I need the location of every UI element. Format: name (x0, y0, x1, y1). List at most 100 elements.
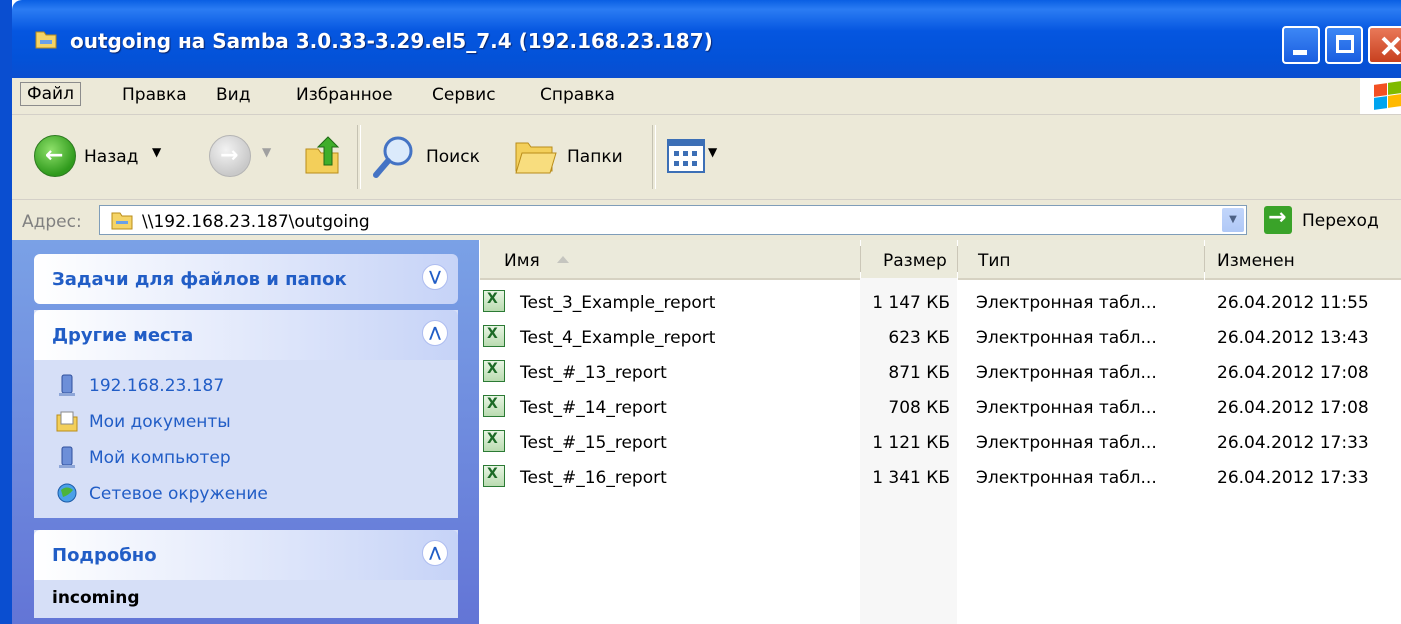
network-folder-icon (35, 31, 57, 49)
place-label[interactable]: 192.168.23.187 (89, 376, 224, 396)
file-name[interactable]: Test_4_Example_report (520, 328, 715, 348)
go-label[interactable]: Переход (1302, 211, 1379, 231)
excel-file-icon: X (483, 360, 505, 382)
forward-dropdown-icon[interactable]: ▼ (262, 145, 271, 159)
tasks-panel: Задачи для файлов и папок ⋁ (34, 254, 458, 304)
menu-tools[interactable]: Сервис (432, 85, 496, 105)
excel-file-icon: X (483, 430, 505, 452)
other-places-header[interactable]: Другие места ⋀ (34, 310, 458, 360)
forward-arrow-icon: → (220, 143, 239, 168)
folders-label[interactable]: Папки (567, 147, 623, 167)
menu-file[interactable]: Файл (20, 82, 81, 106)
menu-favorites[interactable]: Избранное (296, 85, 393, 105)
file-row[interactable]: X Test_#_14_report 708 КБ Электронная та… (480, 390, 1401, 425)
file-modified: 26.04.2012 17:08 (1217, 363, 1369, 383)
file-name[interactable]: Test_#_15_report (520, 433, 667, 453)
maximize-icon (1336, 35, 1354, 53)
file-type: Электронная табл... (976, 433, 1157, 453)
file-row[interactable]: X Test_#_13_report 871 КБ Электронная та… (480, 355, 1401, 390)
excel-file-icon: X (483, 465, 505, 487)
file-modified: 26.04.2012 13:43 (1217, 328, 1369, 348)
column-header-size[interactable]: Размер (861, 240, 957, 280)
file-name[interactable]: Test_#_13_report (520, 363, 667, 383)
file-modified: 26.04.2012 17:08 (1217, 398, 1369, 418)
network-computer-icon (59, 374, 75, 396)
window-title: outgoing на Samba 3.0.33-3.29.el5_7.4 (1… (70, 29, 713, 53)
other-places-panel: Другие места ⋀ 192.168.23.187 Мои докуме… (34, 310, 458, 518)
place-network-places[interactable]: Сетевое окружение (34, 476, 458, 512)
back-label[interactable]: Назад (84, 147, 138, 167)
details-value: incoming (52, 588, 140, 608)
address-label: Адрес: (22, 212, 82, 232)
file-name[interactable]: Test_3_Example_report (520, 293, 715, 313)
file-size: 871 КБ (888, 363, 950, 383)
file-row[interactable]: X Test_#_16_report 1 341 КБ Электронная … (480, 460, 1401, 495)
file-modified: 26.04.2012 17:33 (1217, 468, 1369, 488)
folder-up-icon[interactable] (302, 135, 344, 177)
excel-file-icon: X (483, 395, 505, 417)
toolbar: ← Назад ▼ → ▼ Поиск Папки ▼ (12, 115, 1401, 200)
place-my-documents[interactable]: Мои документы (34, 404, 458, 440)
forward-button[interactable]: → (209, 135, 251, 177)
place-network-computer[interactable]: 192.168.23.187 (34, 368, 458, 404)
column-header-name[interactable]: Имя (480, 240, 860, 280)
address-dropdown-button[interactable]: ▼ (1222, 208, 1244, 232)
folders-icon[interactable] (512, 135, 558, 177)
file-type: Электронная табл... (976, 398, 1157, 418)
place-my-computer[interactable]: Мой компьютер (34, 440, 458, 476)
details-panel-header[interactable]: Подробно ⋀ (34, 530, 458, 580)
column-size-label: Размер (883, 251, 947, 271)
file-list: Имя Размер Тип Изменен X Test_3_Example_… (480, 240, 1401, 624)
column-header-type[interactable]: Тип (958, 240, 1204, 280)
window-left-border (0, 0, 12, 624)
excel-file-icon: X (483, 325, 505, 347)
menu-view[interactable]: Вид (216, 85, 250, 105)
tasks-panel-header[interactable]: Задачи для файлов и папок ⋁ (34, 254, 458, 304)
close-button[interactable] (1368, 26, 1401, 64)
my-computer-icon (59, 446, 75, 468)
other-places-title[interactable]: Другие места (52, 325, 193, 346)
column-modified-label: Изменен (1217, 251, 1295, 271)
tasks-panel-title[interactable]: Задачи для файлов и папок (52, 269, 347, 290)
details-panel-title[interactable]: Подробно (52, 545, 157, 566)
address-bar: Адрес: \\192.168.23.187\outgoing ▼ → Пер… (12, 200, 1401, 240)
maximize-button[interactable] (1325, 26, 1363, 64)
file-name[interactable]: Test_#_16_report (520, 468, 667, 488)
address-path: \\192.168.23.187\outgoing (142, 212, 370, 232)
minimize-icon (1293, 50, 1307, 55)
collapse-chevron-icon[interactable]: ⋀ (422, 540, 448, 566)
file-row[interactable]: X Test_4_Example_report 623 КБ Электронн… (480, 320, 1401, 355)
title-bar[interactable]: outgoing на Samba 3.0.33-3.29.el5_7.4 (1… (12, 0, 1401, 78)
place-label[interactable]: Сетевое окружение (89, 484, 268, 504)
column-header-modified[interactable]: Изменен (1205, 240, 1401, 280)
menu-help[interactable]: Справка (540, 85, 615, 105)
back-button[interactable]: ← (34, 135, 76, 177)
back-dropdown-icon[interactable]: ▼ (152, 145, 161, 159)
column-type-label: Тип (978, 251, 1011, 271)
go-button[interactable]: → (1264, 205, 1292, 234)
address-input[interactable]: \\192.168.23.187\outgoing ▼ (99, 205, 1247, 235)
details-panel: Подробно ⋀ incoming (34, 530, 458, 618)
file-row[interactable]: X Test_3_Example_report 1 147 КБ Электро… (480, 285, 1401, 320)
network-places-icon (57, 483, 77, 503)
toolbar-separator (652, 125, 656, 189)
toolbar-separator (357, 125, 361, 189)
my-documents-icon (56, 411, 78, 432)
task-pane: Задачи для файлов и папок ⋁ Другие места… (12, 240, 479, 624)
file-size: 1 121 КБ (872, 433, 950, 453)
collapse-chevron-icon[interactable]: ⋀ (422, 320, 448, 346)
back-arrow-icon: ← (45, 143, 64, 168)
minimize-button[interactable] (1282, 26, 1320, 64)
file-name[interactable]: Test_#_14_report (520, 398, 667, 418)
search-icon[interactable] (372, 133, 418, 179)
go-arrow-icon: → (1268, 205, 1287, 230)
file-row[interactable]: X Test_#_15_report 1 121 КБ Электронная … (480, 425, 1401, 460)
file-size: 1 341 КБ (872, 468, 950, 488)
place-label[interactable]: Мой компьютер (89, 448, 231, 468)
menu-edit[interactable]: Правка (122, 85, 187, 105)
search-label[interactable]: Поиск (426, 147, 480, 167)
views-icon[interactable] (667, 139, 705, 173)
expand-chevron-icon[interactable]: ⋁ (422, 264, 448, 290)
place-label[interactable]: Мои документы (89, 412, 231, 432)
views-dropdown-icon[interactable]: ▼ (708, 145, 717, 159)
